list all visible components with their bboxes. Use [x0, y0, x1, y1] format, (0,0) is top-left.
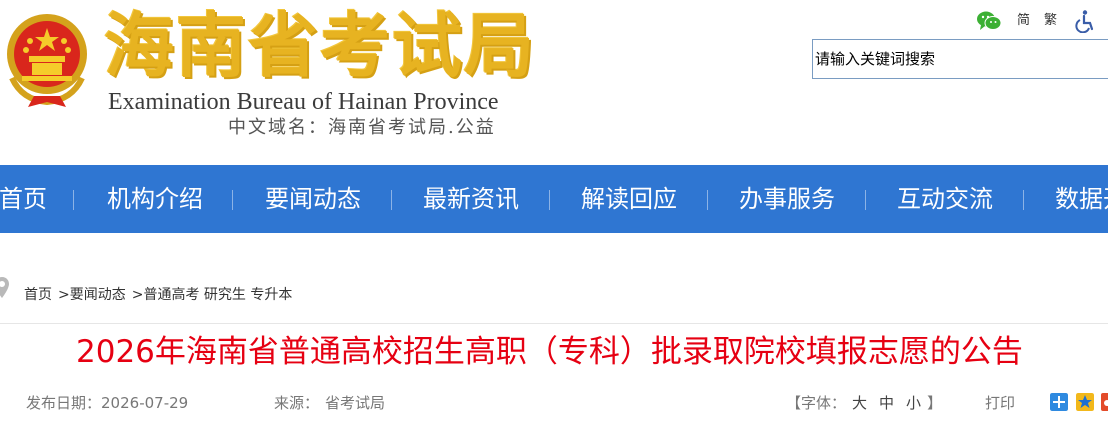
- breadcrumb-separator: >: [131, 287, 144, 303]
- font-size-controls: 【字体： 大中小】: [786, 393, 942, 413]
- font-size-open: 【字体：: [786, 394, 847, 412]
- publish-date-label: 发布日期：: [26, 394, 102, 412]
- nav-item-home[interactable]: 首页: [0, 165, 47, 233]
- accessibility-icon[interactable]: [1072, 9, 1096, 33]
- font-size-large-button[interactable]: 大: [852, 394, 867, 412]
- nav-separator: [1023, 190, 1024, 210]
- nav-item-interpretation[interactable]: 解读回应: [581, 165, 677, 233]
- national-emblem-icon[interactable]: [2, 8, 92, 108]
- divider: [0, 323, 1108, 324]
- traditional-chinese-link[interactable]: 繁: [1044, 12, 1057, 30]
- source-label: 来源：: [274, 394, 320, 412]
- nav-separator: [391, 190, 392, 210]
- article-title: 2026年海南省普通高校招生高职（专科）批录取院校填报志愿的公告: [76, 334, 1023, 370]
- publish-date-value: 2026-07-29: [101, 394, 189, 412]
- publish-date: 发布日期：2026-07-29: [26, 393, 188, 413]
- nav-separator: [707, 190, 708, 210]
- nav-item-latest[interactable]: 最新资讯: [423, 165, 519, 233]
- qzone-icon[interactable]: [1076, 393, 1094, 411]
- site-title-en: Examination Bureau of Hainan Province: [108, 89, 499, 115]
- nav-item-services[interactable]: 办事服务: [739, 165, 835, 233]
- search-input[interactable]: [812, 39, 1108, 79]
- wechat-icon[interactable]: [976, 10, 1002, 32]
- nav-item-about[interactable]: 机构介绍: [107, 165, 203, 233]
- main-nav: 首页 机构介绍 要闻动态 最新资讯 解读回应 办事服务 互动交流 数据开: [0, 165, 1108, 233]
- share-plus-icon[interactable]: [1050, 393, 1068, 411]
- breadcrumb-separator: >: [58, 287, 70, 303]
- chinese-domain-name: 中文域名：海南省考试局.公益: [228, 117, 496, 138]
- site-header: 海南省考试局 Examination Bureau of Hainan Prov…: [0, 0, 1108, 165]
- nav-separator: [73, 190, 74, 210]
- breadcrumb-news[interactable]: 要闻动态: [70, 287, 126, 303]
- font-size-close: 】: [927, 394, 943, 412]
- nav-item-interaction[interactable]: 互动交流: [897, 165, 993, 233]
- source-value: 省考试局: [325, 394, 386, 412]
- nav-separator: [549, 190, 550, 210]
- site-title-cn: 海南省考试局: [104, 4, 536, 87]
- location-pin-icon: [0, 277, 9, 298]
- nav-item-news[interactable]: 要闻动态: [265, 165, 361, 233]
- nav-separator: [232, 190, 233, 210]
- breadcrumb: 首页 >要闻动态 >普通高考 研究生 专升本: [24, 285, 292, 305]
- breadcrumb-home[interactable]: 首页: [24, 287, 52, 303]
- simplified-chinese-link[interactable]: 简: [1017, 12, 1030, 30]
- nav-item-open-data[interactable]: 数据开: [1055, 165, 1108, 233]
- print-button[interactable]: 打印: [985, 393, 1015, 413]
- weibo-icon[interactable]: [1101, 393, 1108, 411]
- article-source: 来源： 省考试局: [274, 393, 385, 413]
- font-size-medium-button[interactable]: 中: [879, 394, 894, 412]
- font-size-small-button[interactable]: 小: [906, 394, 921, 412]
- breadcrumb-current[interactable]: 普通高考 研究生 专升本: [143, 287, 292, 303]
- nav-separator: [865, 190, 866, 210]
